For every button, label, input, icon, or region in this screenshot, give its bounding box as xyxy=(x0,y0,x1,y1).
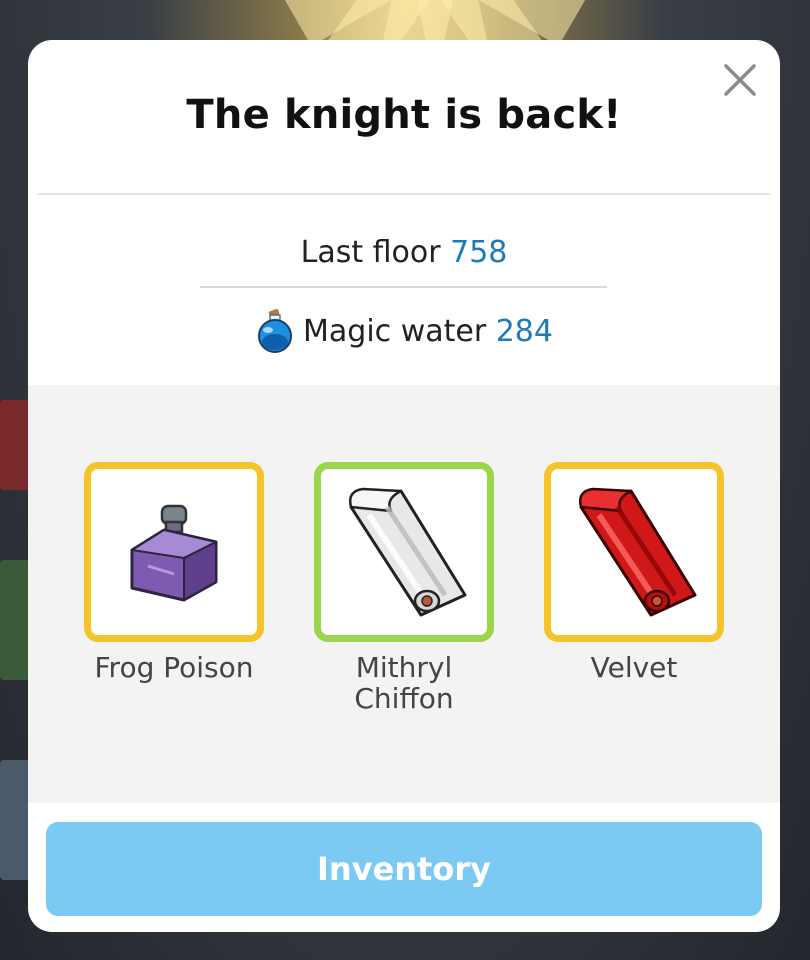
reward-item[interactable]: Frog Poison xyxy=(76,462,272,683)
item-label: Frog Poison xyxy=(94,651,254,684)
white-fabric-roll-icon xyxy=(349,487,467,617)
magic-water-stat: Magic water 284 xyxy=(28,308,780,354)
last-floor-stat: Last floor 758 xyxy=(28,235,780,270)
magic-water-value: 284 xyxy=(495,313,553,349)
reward-items-panel: Frog Poison Mithryl Chiffon Velvet xyxy=(28,385,780,803)
magic-water-label: Magic water xyxy=(303,313,487,349)
item-label: Mithryl Chiffon xyxy=(354,651,454,715)
red-fabric-roll-icon xyxy=(579,487,697,617)
popup-title: The knight is back! xyxy=(186,92,622,138)
potion-icon xyxy=(258,308,293,353)
knight-return-popup: The knight is back! Last floor 758 Magic… xyxy=(28,40,780,932)
reward-item[interactable]: Velvet xyxy=(536,462,732,683)
last-floor-value: 758 xyxy=(450,235,508,270)
divider xyxy=(200,286,607,288)
purple-potion-bottle-icon xyxy=(130,504,218,602)
item-frame xyxy=(84,462,264,642)
last-floor-label: Last floor xyxy=(300,235,441,270)
item-frame xyxy=(544,462,724,642)
inventory-button[interactable]: Inventory xyxy=(46,822,762,916)
divider xyxy=(38,193,770,195)
item-frame xyxy=(314,462,494,642)
reward-item[interactable]: Mithryl Chiffon xyxy=(306,462,502,714)
item-label: Velvet xyxy=(590,651,678,684)
